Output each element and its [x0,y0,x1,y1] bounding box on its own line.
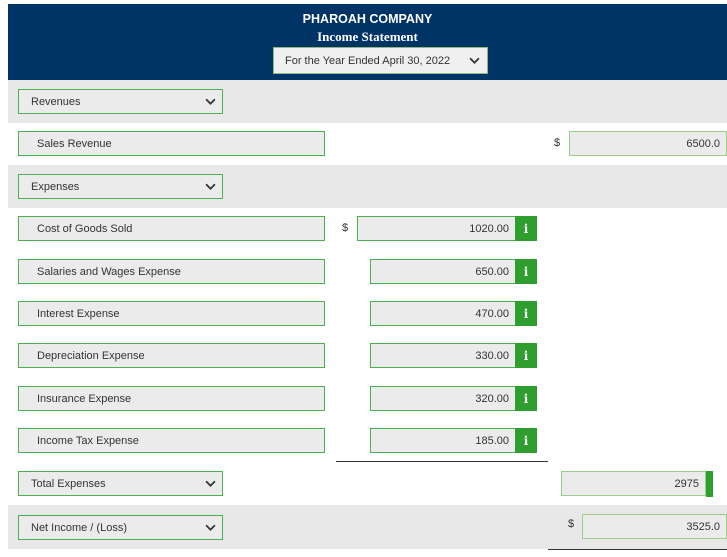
period-select-value: For the Year Ended April 30, 2022 [285,54,451,67]
company-name: PHAROAH COMPANY [302,12,433,26]
info-icon[interactable]: i [515,216,537,241]
chevron-down-icon [205,98,216,105]
chevron-down-icon [205,524,216,531]
chevron-down-icon [469,57,480,64]
salaries-field[interactable]: Salaries and Wages Expense [18,259,325,284]
cogs-field[interactable]: Cost of Goods Sold [18,216,325,241]
interest-amount[interactable]: 470.00 [370,301,516,326]
revenues-select[interactable]: Revenues [18,89,223,114]
net-income-select-value: Net Income / (Loss) [31,521,127,534]
income-tax-field[interactable]: Income Tax Expense [18,428,325,453]
expenses-select-value: Expenses [31,180,80,193]
info-icon[interactable]: i [515,301,537,326]
period-select[interactable]: For the Year Ended April 30, 2022 [273,47,488,74]
info-icon[interactable]: i [515,386,537,411]
total-expenses-amount[interactable]: 2975 [561,471,706,496]
insurance-amount[interactable]: 320.00 [370,386,516,411]
info-icon[interactable]: i [515,343,537,368]
expenses-select[interactable]: Expenses [18,174,223,199]
info-icon[interactable] [706,471,713,497]
interest-field[interactable]: Interest Expense [18,301,325,326]
insurance-field[interactable]: Insurance Expense [18,386,325,411]
chevron-down-icon [205,480,216,487]
info-icon[interactable]: i [515,259,537,284]
net-income-select[interactable]: Net Income / (Loss) [18,515,223,540]
total-underline [548,549,727,550]
info-icon[interactable]: i [515,428,537,453]
income-tax-amount[interactable]: 185.00 [370,428,516,453]
cogs-amount[interactable]: 1020.00 [357,216,516,241]
salaries-amount[interactable]: 650.00 [370,259,516,284]
statement-title: Income Statement [317,29,418,44]
depreciation-field[interactable]: Depreciation Expense [18,343,325,368]
sales-revenue-field[interactable]: Sales Revenue [18,131,325,156]
total-expenses-select-value: Total Expenses [31,477,106,490]
chevron-down-icon [205,183,216,190]
revenues-select-value: Revenues [31,95,81,108]
statement-header: PHAROAH COMPANY Income Statement For the… [8,4,727,80]
sales-revenue-amount[interactable]: 6500.0 [569,131,727,156]
dollar-sign: $ [554,137,561,149]
net-income-amount[interactable]: 3525.0 [582,514,727,539]
dollar-sign: $ [342,222,349,234]
subtotal-underline [336,461,548,462]
total-expenses-select[interactable]: Total Expenses [18,471,223,496]
depreciation-amount[interactable]: 330.00 [370,343,516,368]
dollar-sign: $ [568,518,575,530]
